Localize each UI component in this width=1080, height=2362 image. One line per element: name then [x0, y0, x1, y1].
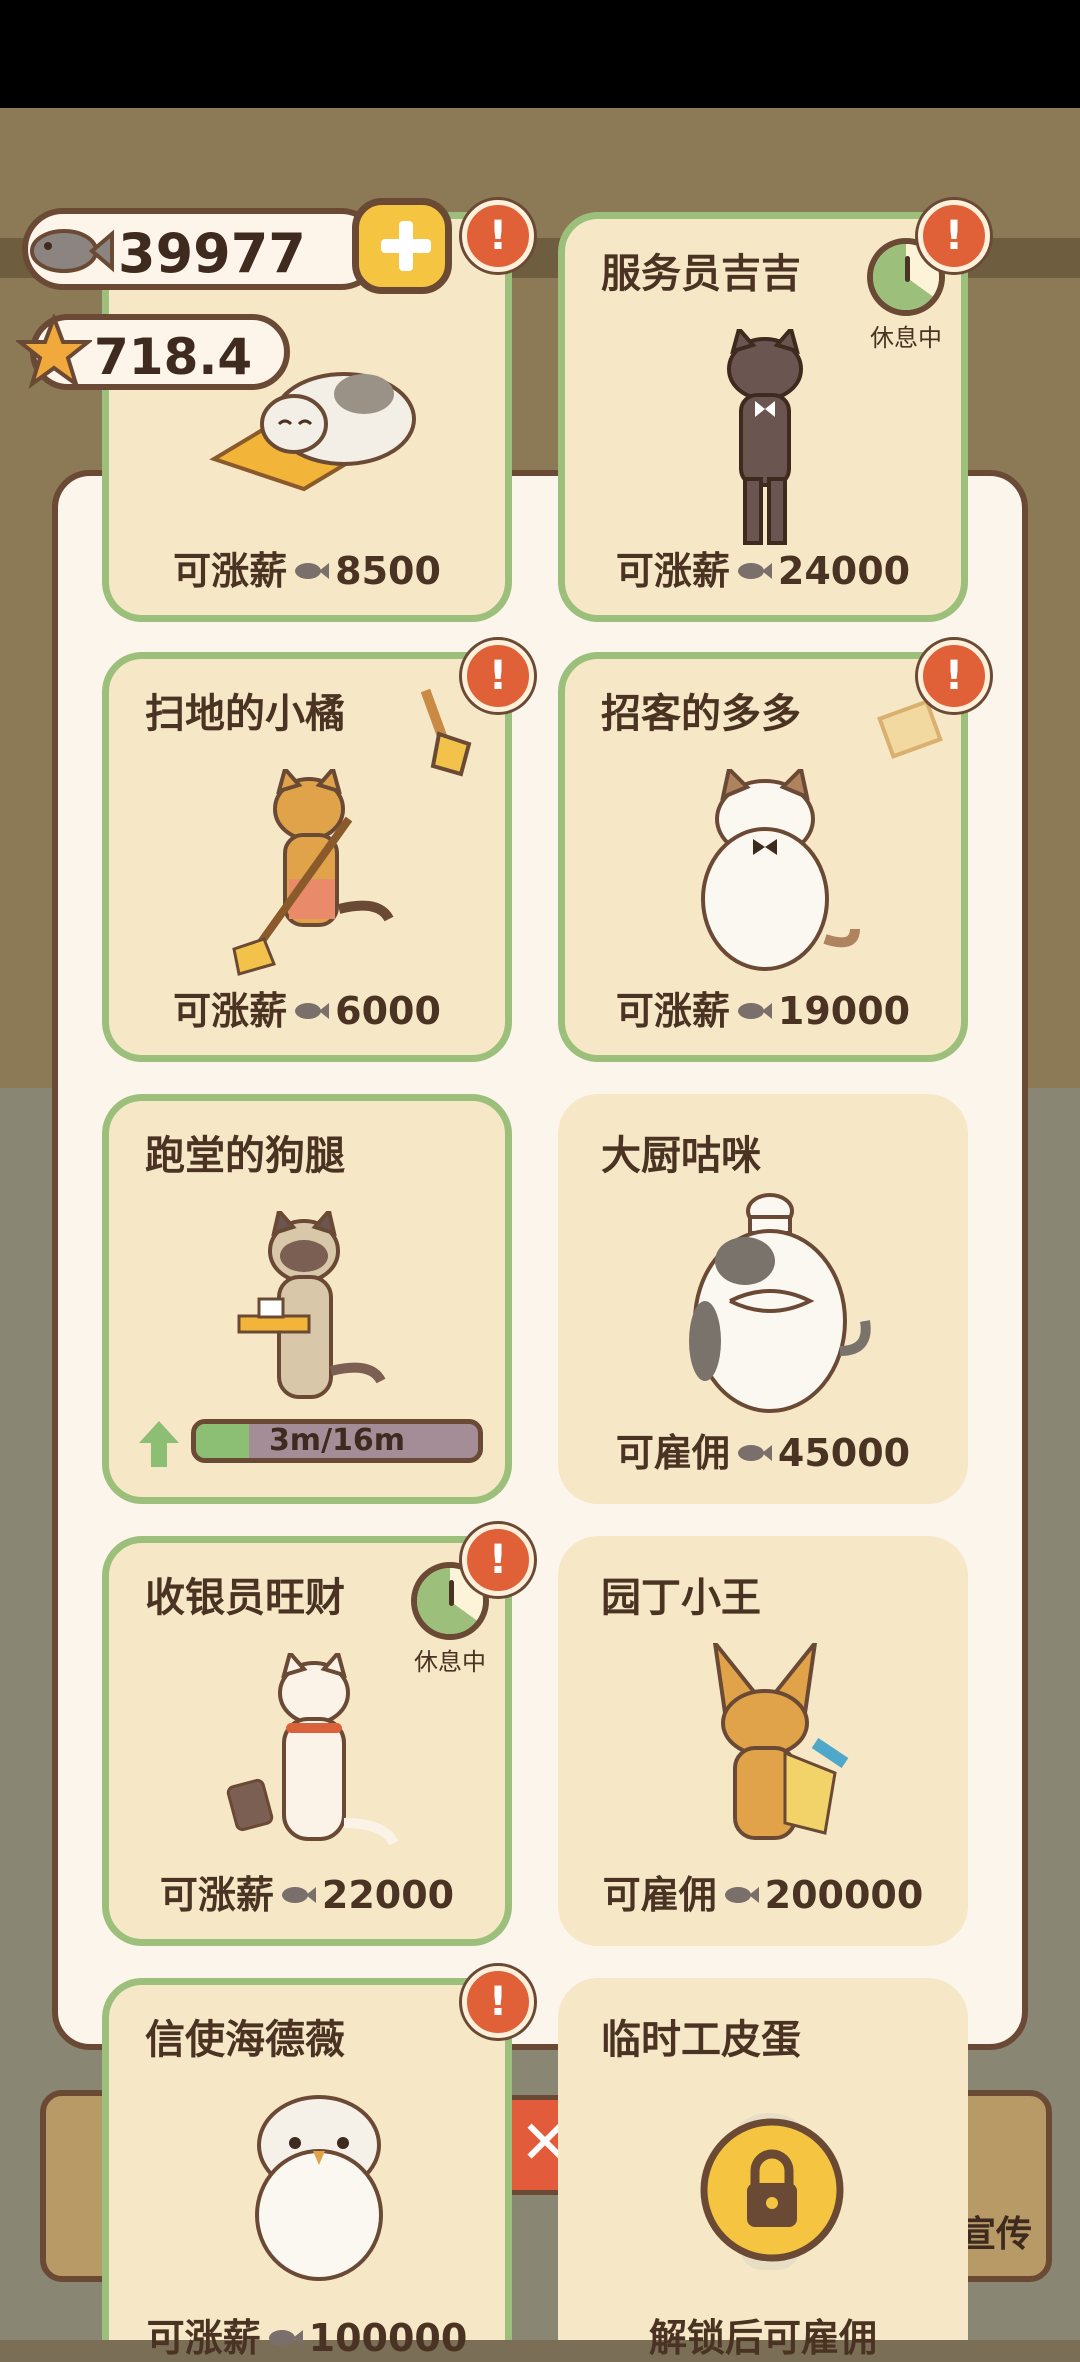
fish-icon	[295, 562, 330, 579]
runner-cat-illustration	[237, 1211, 386, 1399]
rest-status: 休息中	[414, 1648, 486, 1676]
fish-amount: 39977	[118, 222, 306, 285]
gardener-cat-illustration	[712, 1643, 849, 1840]
fish-icon	[737, 562, 772, 579]
owl-messenger-illustration	[255, 2095, 383, 2281]
fish-icon	[737, 1002, 772, 1019]
fish-icon	[295, 1002, 330, 1019]
staff-price: 可涨薪 8500	[173, 549, 441, 593]
staff-card-3[interactable]: 扫地的小橘 可涨薪 6000	[102, 652, 512, 1062]
staff-name: 扫地的小橘	[145, 691, 345, 737]
fish-currency-bar: 39977	[22, 208, 382, 290]
staff-name: 招客的多多	[601, 691, 801, 737]
chef-cat-illustration	[689, 1193, 871, 1413]
sweeper-cat-illustration	[232, 769, 394, 976]
staff-name: 大厨咕咪	[601, 1133, 761, 1179]
staff-price: 可雇佣 200000	[602, 1873, 924, 1917]
staff-name: 信使海德薇	[145, 2017, 345, 2063]
fish-icon	[30, 229, 114, 273]
alert-badge: !	[462, 1524, 534, 1596]
unlock-hint: 解锁后可雇佣	[648, 2316, 877, 2360]
staff-price: 可涨薪 100000	[146, 2316, 468, 2360]
waiter-cat-illustration	[727, 329, 803, 545]
alert-badge: !	[918, 200, 990, 272]
training-progress: 3m/16m	[139, 1419, 484, 1469]
star-amount: 718.4	[94, 328, 253, 386]
promote-label: 宣传	[960, 2214, 1033, 2255]
fish-icon	[724, 1886, 759, 1903]
staff-name: 临时工皮蛋	[601, 2017, 801, 2063]
greeter-cat-illustration	[701, 769, 860, 971]
staff-card-9[interactable]: 信使海德薇 可涨薪 100000	[102, 1978, 512, 2360]
status-bar	[0, 0, 1080, 108]
cashier-cat-illustration	[226, 1653, 399, 1846]
alert-badge: !	[462, 1966, 534, 2038]
staff-name: 跑堂的狗腿	[145, 1133, 345, 1179]
staff-name: 收银员旺财	[145, 1575, 345, 1621]
staff-price: 可涨薪 24000	[615, 549, 911, 593]
progress-label: 3m/16m	[268, 1423, 406, 1458]
add-currency-button[interactable]	[352, 198, 452, 294]
rest-status: 休息中	[870, 324, 942, 352]
staff-card-8[interactable]: 园丁小王 可雇佣 200000	[558, 1536, 968, 1946]
staff-price: 可涨薪 19000	[615, 989, 911, 1033]
broom-icon	[420, 689, 472, 777]
staff-card-5[interactable]: 跑堂的狗腿 3m/16m	[102, 1094, 512, 1504]
staff-card-4[interactable]: 招客的多多 可涨薪 19000	[558, 652, 968, 1062]
staff-price: 可涨薪 22000	[159, 1873, 455, 1917]
alert-badge: !	[462, 200, 534, 272]
star-icon	[16, 314, 92, 390]
fish-icon	[737, 1444, 772, 1461]
star-currency-bar: 718.4	[16, 314, 290, 390]
staff-card-10-locked[interactable]: 临时工皮蛋 解锁后可雇佣	[558, 1978, 968, 2360]
staff-price: 可雇佣 45000	[615, 1431, 911, 1475]
staff-price: 可涨薪 6000	[173, 989, 441, 1033]
alert-badge: !	[918, 640, 990, 712]
lock-icon	[700, 2118, 844, 2262]
progress-bar: 3m/16m	[191, 1419, 483, 1463]
staff-name: 服务员吉吉	[601, 251, 801, 297]
fish-icon	[281, 1886, 316, 1903]
staff-card-6[interactable]: 大厨咕咪 可雇佣 45000	[558, 1094, 968, 1504]
staff-name: 园丁小王	[601, 1575, 761, 1621]
fish-icon	[268, 2329, 303, 2346]
alert-badge: !	[462, 640, 534, 712]
level-up-arrow-icon	[139, 1421, 179, 1467]
